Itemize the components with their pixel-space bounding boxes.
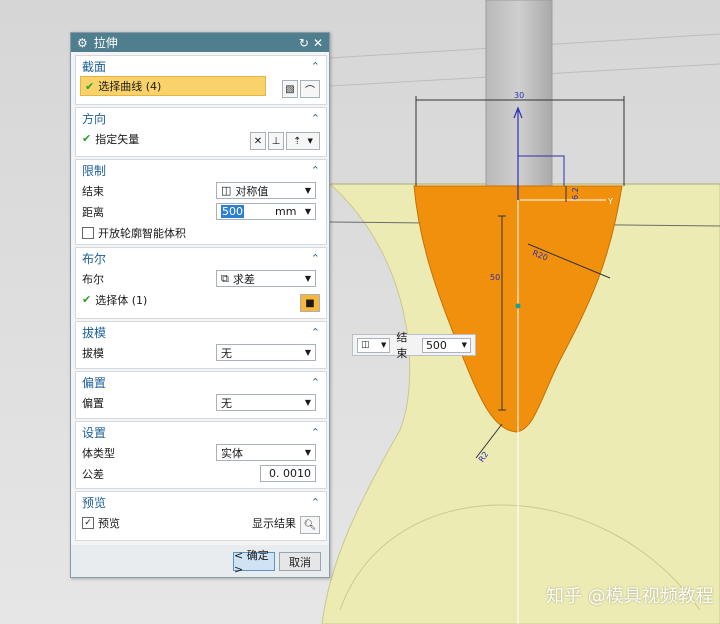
chevron-down-icon: ▼ (381, 341, 387, 349)
reset-icon[interactable]: ↻ (299, 36, 309, 50)
distance-input[interactable]: 500 mm ▼ (216, 203, 316, 220)
dialog-button-bar: < 确定 > 取消 (71, 545, 329, 577)
chevron-down-icon: ▼ (304, 348, 311, 357)
end-dropdown[interactable]: ◫ 对称值 ▼ (216, 182, 316, 199)
collapse-icon: ⌃ (310, 59, 320, 73)
ok-button[interactable]: < 确定 > (233, 549, 275, 576)
gear-icon: ⚙ (77, 35, 88, 50)
limits-group: 限制 ⌃ 结束 ◫ 对称值 ▼ 距离 500 mm ▼ 开放轮廓智能体积 (75, 159, 327, 245)
body-type-dropdown[interactable]: 实体 ▼ (216, 444, 316, 461)
chevron-down-icon: ▼ (307, 137, 313, 145)
vector-type-dropdown[interactable]: ⇡ ▼ (286, 132, 320, 150)
tolerance-input[interactable]: 0. 0010 (260, 465, 316, 482)
chevron-down-icon: ▼ (304, 186, 311, 195)
chevron-down-icon: ▼ (304, 274, 311, 283)
vector-dialog-button[interactable]: ⊥ (268, 132, 284, 150)
draft-row: 拔模 无 ▼ (76, 342, 326, 363)
sketch-section-button[interactable]: ▧ (282, 80, 298, 98)
dialog-title: 拉伸 (93, 36, 118, 50)
collapse-icon: ⌃ (310, 495, 320, 509)
dialog-titlebar[interactable]: ⚙ 拉伸 ↻ ✕ (71, 33, 329, 52)
body-type-row: 体类型 实体 ▼ (76, 442, 326, 463)
y-axis-label: Y (607, 197, 613, 206)
curve-icon: ⌒ (305, 85, 315, 97)
boolean-group: 布尔 ⌃ 布尔 ⧉ 求差 ▼ ✔ 选择体 (1) ■ (75, 247, 327, 319)
draft-header[interactable]: 拔模 ⌃ (76, 322, 326, 342)
symmetric-icon: ◫ (221, 184, 232, 197)
tolerance-row: 公差 0. 0010 (76, 463, 326, 484)
check-icon: ✔ (82, 132, 92, 145)
direction-header[interactable]: 方向 ⌃ (76, 108, 326, 128)
floating-end-value[interactable]: 500 ▼ (421, 337, 471, 353)
section-header[interactable]: 截面 ⌃ (76, 56, 326, 76)
preview-header[interactable]: 预览 ⌃ (76, 492, 326, 512)
collapse-icon: ⌃ (310, 111, 320, 125)
chevron-down-icon: ▼ (304, 398, 311, 407)
collapse-icon: ⌃ (310, 375, 320, 389)
chevron-down-icon: ▼ (304, 207, 311, 216)
show-result-button[interactable]: 🔍︎ (300, 516, 320, 534)
vector-icon: ⊥ (271, 135, 281, 147)
floating-type-dropdown[interactable]: ◫ ▼ (357, 337, 391, 353)
collapse-icon: ⌃ (310, 251, 320, 265)
select-body-button[interactable]: ■ (300, 294, 320, 312)
cancel-button[interactable]: 取消 (279, 552, 321, 571)
collapse-icon: ⌃ (310, 163, 320, 177)
settings-header[interactable]: 设置 ⌃ (76, 422, 326, 442)
offset-group: 偏置 ⌃ 偏置 无 ▼ (75, 371, 327, 419)
preview-checkbox[interactable]: ✓ (82, 516, 94, 529)
open-profile-row[interactable]: 开放轮廓智能体积 (76, 222, 326, 243)
direction-group: 方向 ⌃ ✔ 指定矢量 ✕ ⊥ ⇡ ▼ (75, 107, 327, 157)
reverse-icon: ✕ (253, 135, 263, 147)
collapse-icon: ⌃ (310, 325, 320, 339)
preview-row: ✓ 预览 显示结果 (76, 512, 326, 533)
watermark-text: 知乎 @模具视频教程 (546, 586, 714, 607)
open-profile-checkbox[interactable] (82, 226, 94, 239)
curve-button[interactable]: ⌒ (300, 80, 320, 98)
select-body-row[interactable]: ✔ 选择体 (1) (76, 289, 326, 310)
check-icon: ✔ (85, 79, 95, 93)
offset-header[interactable]: 偏置 ⌃ (76, 372, 326, 392)
reverse-direction-button[interactable]: ✕ (250, 132, 266, 150)
dim-height-value[interactable]: 50 (490, 273, 500, 282)
subtract-icon: ⧉ (221, 271, 229, 285)
collapse-icon: ⌃ (310, 425, 320, 439)
boolean-dropdown[interactable]: ⧉ 求差 ▼ (216, 270, 316, 287)
boolean-header[interactable]: 布尔 ⌃ (76, 248, 326, 268)
end-row: 结束 ◫ 对称值 ▼ (76, 180, 326, 201)
floating-end-label: 结束 (396, 331, 408, 360)
preview-group: 预览 ⌃ ✓ 预览 显示结果 🔍︎ (75, 491, 327, 541)
show-result-label: 显示结果 (252, 516, 296, 530)
chevron-down-icon: ▼ (461, 341, 467, 349)
chevron-down-icon: ▼ (304, 448, 311, 457)
select-curve-row[interactable]: ✔ 选择曲线 (4) (80, 76, 266, 96)
cube-icon: ■ (305, 297, 315, 309)
section-group: 截面 ⌃ ✔ 选择曲线 (4) ▧ ⌒ (75, 55, 327, 105)
draft-dropdown[interactable]: 无 ▼ (216, 344, 316, 361)
close-icon[interactable]: ✕ (313, 36, 323, 50)
extrude-dialog: ⚙ 拉伸 ↻ ✕ 截面 ⌃ ✔ 选择曲线 (4) ▧ ⌒ 方向 ⌃ ✔ 指定矢量… (70, 32, 330, 578)
limits-header[interactable]: 限制 ⌃ (76, 160, 326, 180)
settings-group: 设置 ⌃ 体类型 实体 ▼ 公差 0. 0010 (75, 421, 327, 489)
floating-limit-bar: ◫ ▼ 结束 500 ▼ (352, 331, 476, 360)
sketch-icon: ▧ (285, 83, 295, 95)
cube-icon: ◫ (361, 340, 370, 350)
boolean-row: 布尔 ⧉ 求差 ▼ (76, 268, 326, 289)
axis-icon: ⇡ (293, 135, 302, 147)
offset-dropdown[interactable]: 无 ▼ (216, 394, 316, 411)
draft-group: 拔模 ⌃ 拔模 无 ▼ (75, 321, 327, 369)
check-icon: ✔ (82, 293, 92, 306)
distance-row: 距离 500 mm ▼ (76, 201, 326, 222)
origin-point (515, 303, 521, 309)
dim-small-value[interactable]: 6.2 (571, 187, 580, 200)
magnifier-icon: 🔍︎ (303, 519, 317, 531)
dim-top-value[interactable]: 30 (514, 91, 524, 100)
offset-row: 偏置 无 ▼ (76, 392, 326, 413)
